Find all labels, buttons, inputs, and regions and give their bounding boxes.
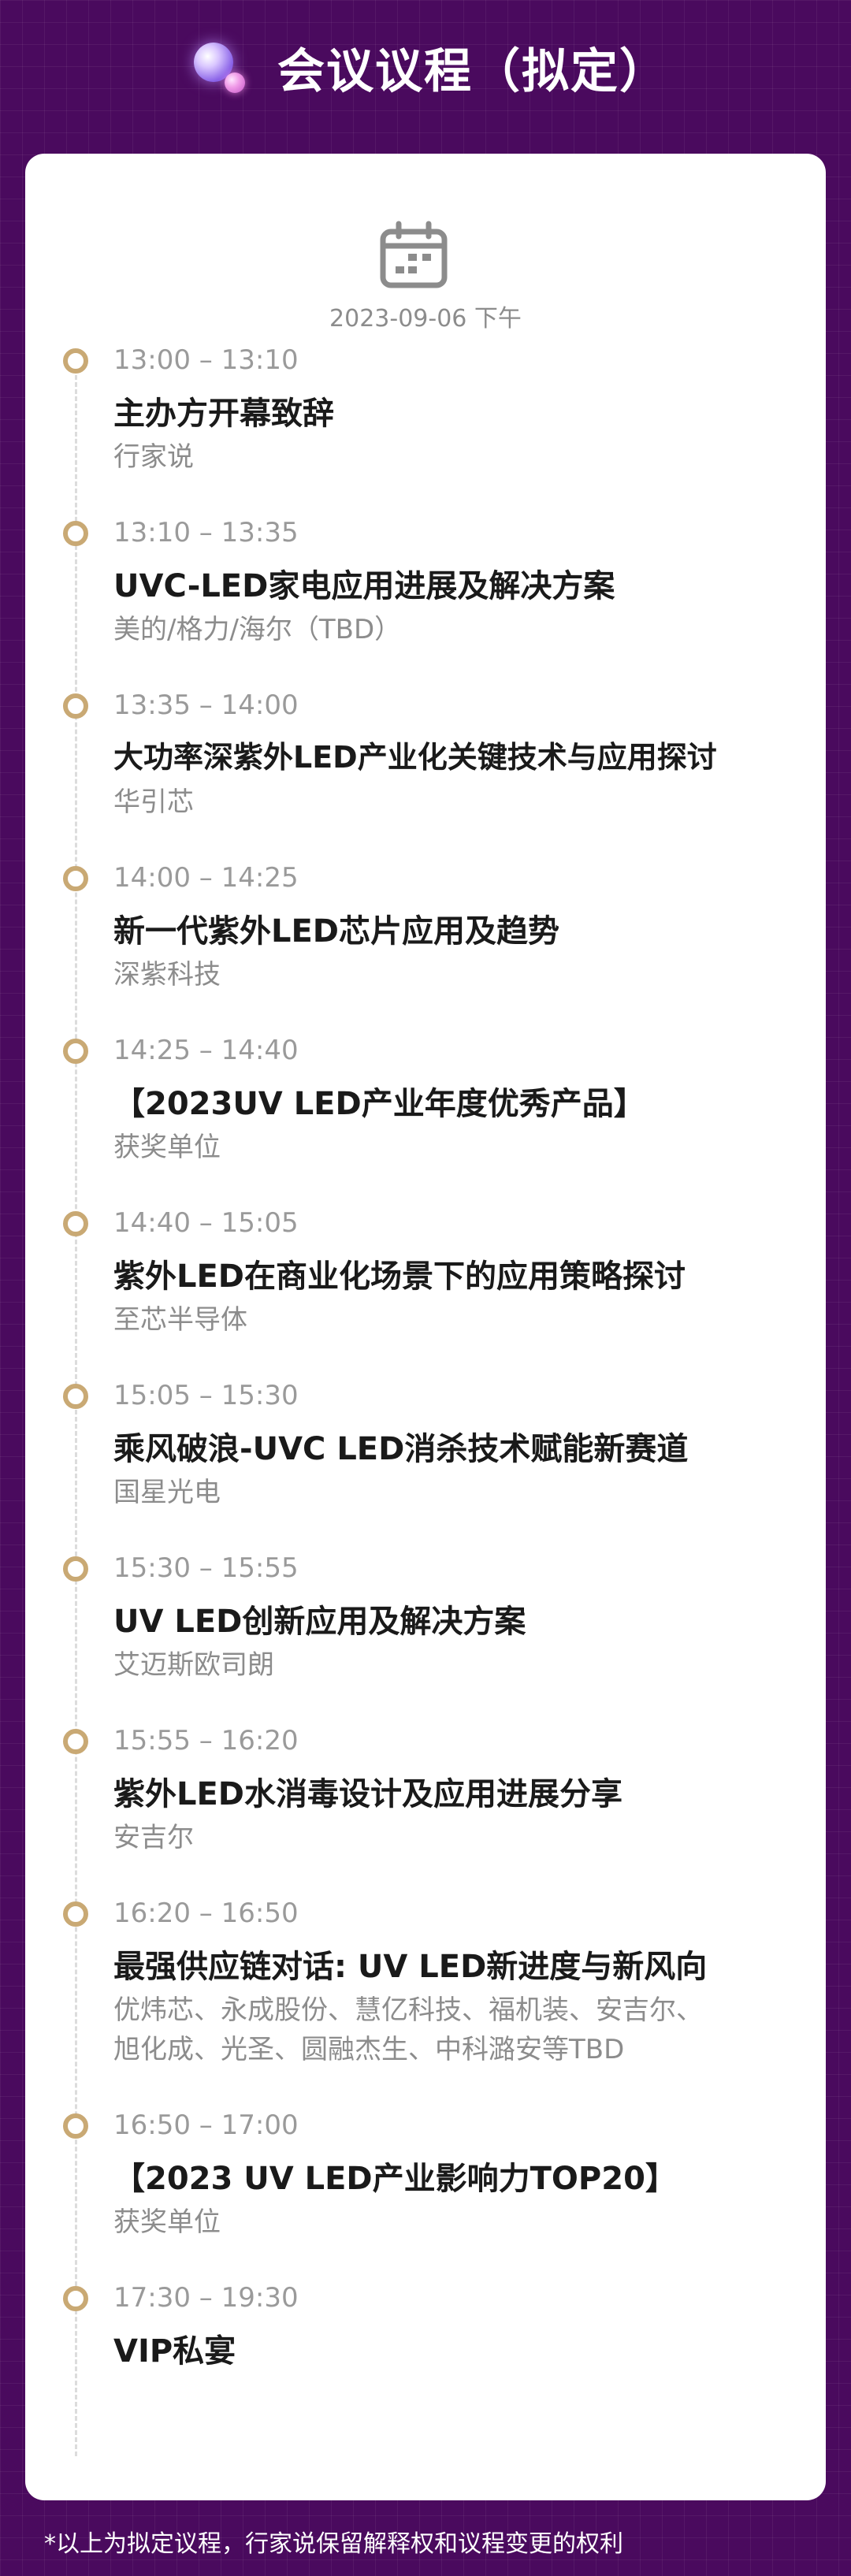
timeline-dot: [63, 2286, 88, 2311]
agenda-item: 14:40 – 15:05 紫外LED在商业化场景下的应用策略探讨 至芯半导体: [25, 1207, 826, 1369]
agenda-speaker: 国星光电: [113, 1477, 221, 1508]
agenda-title: 紫外LED在商业化场景下的应用策略探讨: [113, 1258, 686, 1295]
agenda-item: 17:30 – 19:30 VIP私宴: [25, 2282, 826, 2444]
timeline-dot: [63, 1211, 88, 1236]
agenda-title: VIP私宴: [113, 2333, 236, 2370]
timeline-dot: [63, 348, 88, 374]
timeline-dot: [63, 693, 88, 719]
agenda-item: 14:00 – 14:25 新一代紫外LED芯片应用及趋势 深紫科技: [25, 862, 826, 1024]
agenda-time: 16:50 – 17:00: [113, 2109, 299, 2141]
page-title: 会议议程（拟定）: [277, 44, 668, 99]
agenda-time: 14:40 – 15:05: [113, 1207, 299, 1239]
decorative-orb-small-icon: [225, 72, 245, 93]
agenda-title: 最强供应链对话: UV LED新进度与新风向: [113, 1949, 708, 1985]
agenda-item: 15:30 – 15:55 UV LED创新应用及解决方案 艾迈斯欧司朗: [25, 1552, 826, 1714]
agenda-item: 13:35 – 14:00 大功率深紫外LED产业化关键技术与应用探讨 华引芯: [25, 690, 826, 851]
agenda-title: 乘风破浪-UVC LED消杀技术赋能新赛道: [113, 1431, 689, 1467]
agenda-time: 17:30 – 19:30: [113, 2282, 299, 2314]
timeline-dot: [63, 521, 88, 546]
agenda-title: UV LED创新应用及解决方案: [113, 1604, 526, 1640]
timeline-dot: [63, 1901, 88, 1927]
agenda-speaker: 美的/格力/海尔（TBD）: [113, 614, 402, 645]
footnote: *以上为拟定议程，行家说保留解释权和议程变更的权利: [44, 2530, 623, 2558]
agenda-speaker: 获奖单位: [113, 2206, 221, 2238]
agenda-speaker: 获奖单位: [113, 1132, 221, 1163]
agenda-speaker: 至芯半导体: [113, 1304, 247, 1336]
agenda-time: 15:55 – 16:20: [113, 1725, 299, 1756]
agenda-time: 13:00 – 13:10: [113, 344, 299, 376]
agenda-speaker: 华引芯: [113, 786, 194, 818]
agenda-item: 16:20 – 16:50 最强供应链对话: UV LED新进度与新风向 优炜芯…: [25, 1898, 826, 2106]
agenda-speaker: 艾迈斯欧司朗: [113, 1649, 274, 1681]
agenda-title: UVC-LED家电应用进展及解决方案: [113, 568, 615, 604]
agenda-speaker-line2: 旭化成、光圣、圆融杰生、中科潞安等TBD: [113, 2034, 625, 2065]
timeline-dot: [63, 1384, 88, 1409]
agenda-item: 13:00 – 13:10 主办方开幕致辞 行家说: [25, 344, 826, 506]
agenda-title: 新一代紫外LED芯片应用及趋势: [113, 913, 560, 950]
timeline-dot: [63, 1556, 88, 1582]
agenda-item: 15:55 – 16:20 紫外LED水消毒设计及应用进展分享 安吉尔: [25, 1725, 826, 1886]
agenda-time: 16:20 – 16:50: [113, 1898, 299, 1929]
agenda-card: 2023-09-06 下午 13:00 – 13:10 主办方开幕致辞 行家说 …: [25, 154, 826, 2500]
agenda-item: 15:05 – 15:30 乘风破浪-UVC LED消杀技术赋能新赛道 国星光电: [25, 1380, 826, 1541]
agenda-title: 主办方开幕致辞: [113, 396, 334, 432]
agenda-title: 【2023 UV LED产业影响力TOP20】: [113, 2161, 677, 2197]
agenda-time: 14:00 – 14:25: [113, 862, 299, 894]
agenda-time: 15:05 – 15:30: [113, 1380, 299, 1411]
timeline-dot: [63, 866, 88, 891]
agenda-item: 14:25 – 14:40 【2023UV LED产业年度优秀产品】 获奖单位: [25, 1035, 826, 1196]
timeline-dot: [63, 1729, 88, 1754]
agenda-speaker: 行家说: [113, 441, 194, 473]
agenda-speaker: 优炜芯、永成股份、慧亿科技、福机装、安吉尔、: [113, 1994, 703, 2026]
agenda-speaker: 安吉尔: [113, 1822, 194, 1853]
agenda-time: 13:35 – 14:00: [113, 690, 299, 721]
agenda-item: 16:50 – 17:00 【2023 UV LED产业影响力TOP20】 获奖…: [25, 2109, 826, 2271]
page-header: 会议议程（拟定）: [0, 0, 851, 146]
agenda-time: 13:10 – 13:35: [113, 517, 299, 548]
timeline-dot: [63, 1039, 88, 1064]
timeline-dot: [63, 2113, 88, 2139]
agenda-title: 【2023UV LED产业年度优秀产品】: [113, 1086, 645, 1122]
calendar-icon: [380, 221, 448, 288]
agenda-item: 13:10 – 13:35 UVC-LED家电应用进展及解决方案 美的/格力/海…: [25, 517, 826, 678]
agenda-title: 紫外LED水消毒设计及应用进展分享: [113, 1776, 623, 1812]
agenda-time: 15:30 – 15:55: [113, 1552, 299, 1584]
agenda-time: 14:25 – 14:40: [113, 1035, 299, 1066]
agenda-title: 大功率深紫外LED产业化关键技术与应用探讨: [113, 740, 717, 775]
session-date: 2023-09-06 下午: [329, 305, 522, 333]
agenda-speaker: 深紫科技: [113, 959, 221, 991]
